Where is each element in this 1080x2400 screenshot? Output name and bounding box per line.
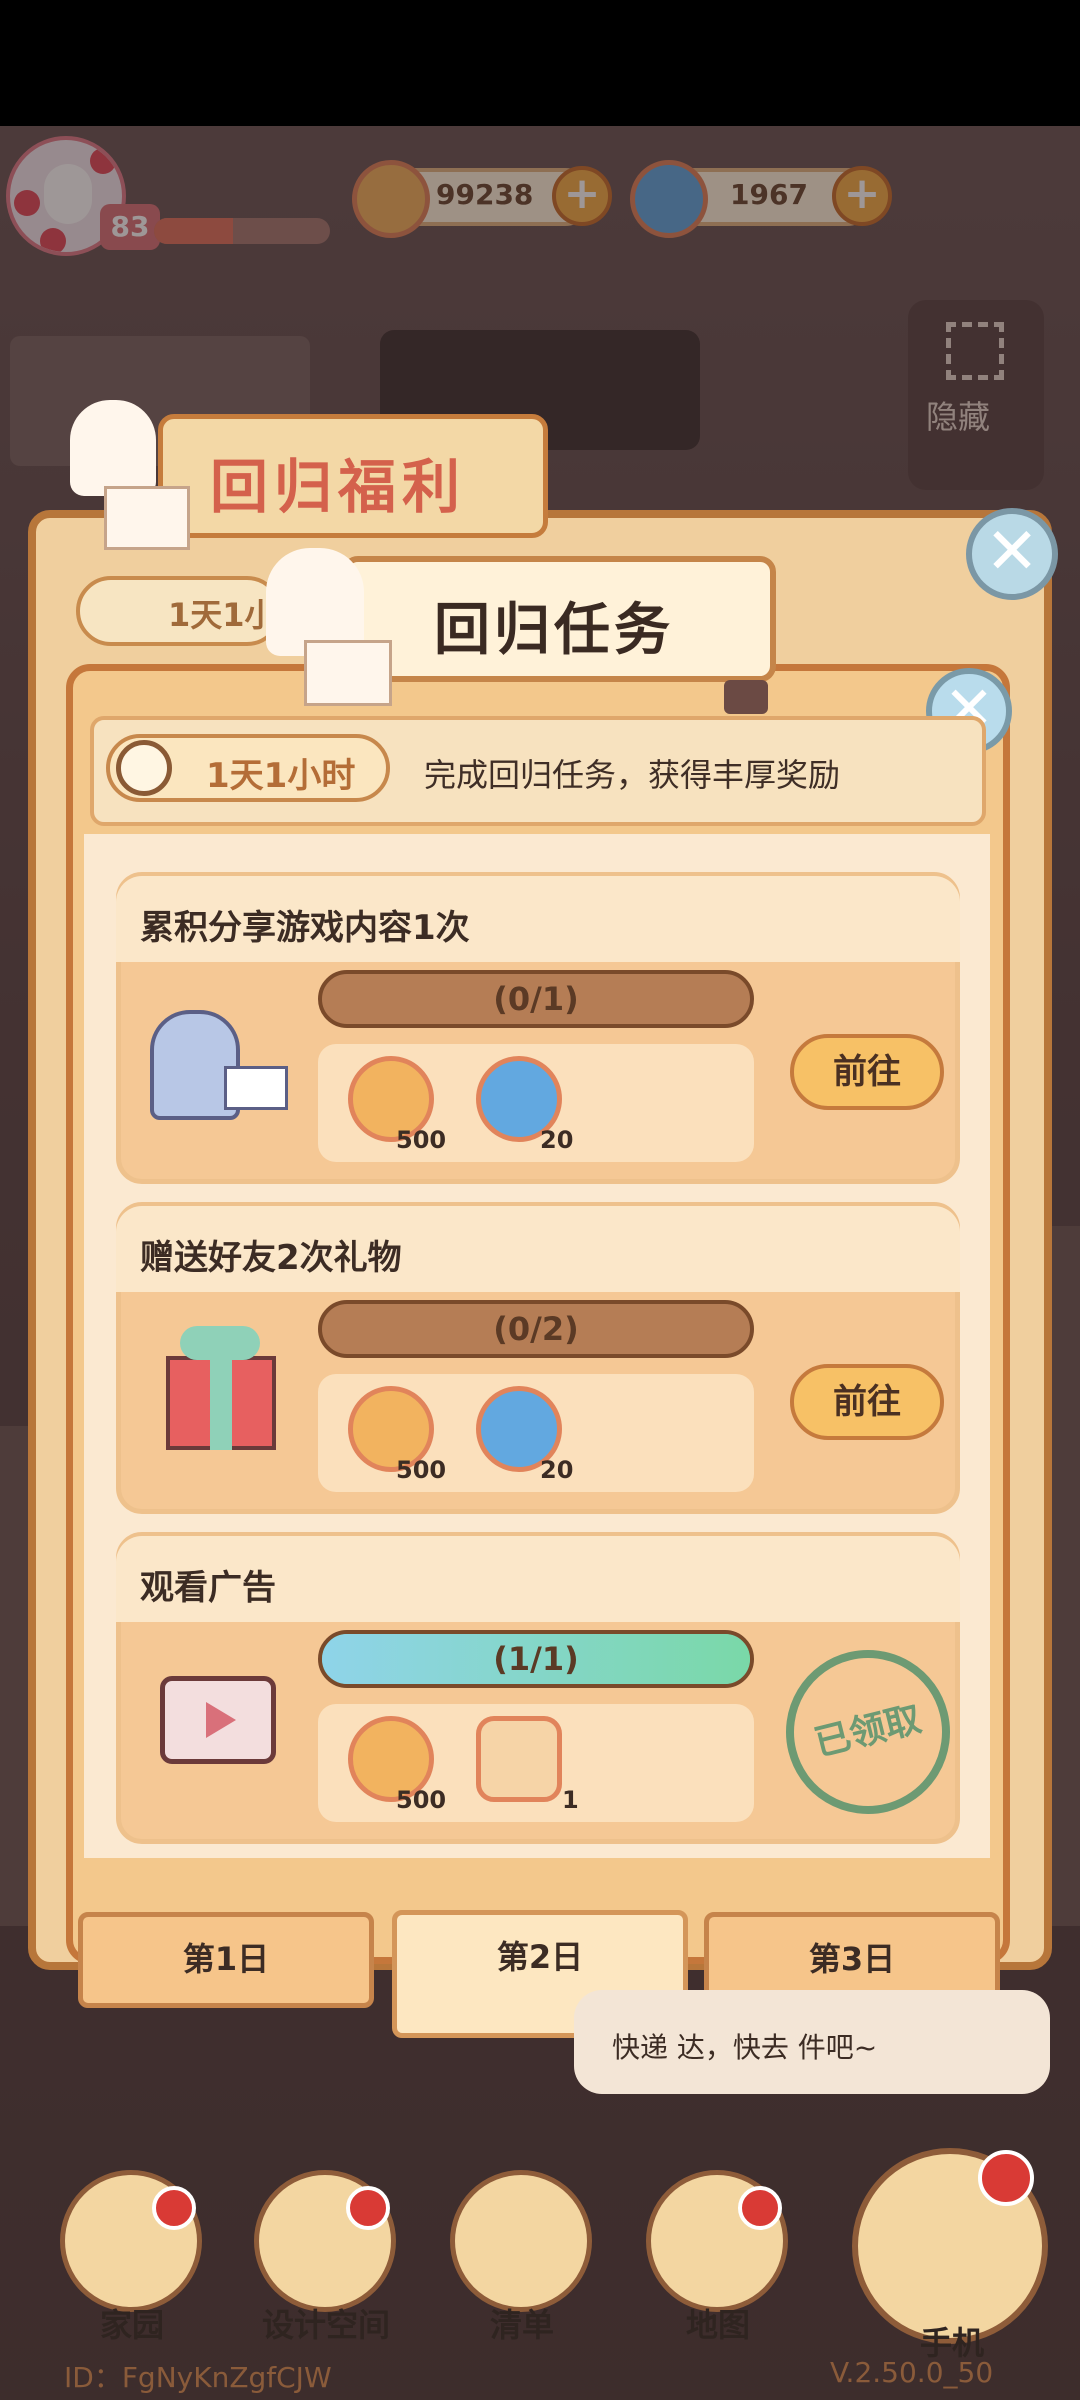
task-title: 观看广告	[140, 1568, 276, 1608]
notification-dot	[346, 2186, 390, 2230]
nav-map-label: 地图	[685, 2306, 750, 2344]
reward-amount: 500	[396, 1126, 447, 1154]
user-id: ID：FgNyKnZgfCJW	[64, 2361, 332, 2394]
tab-day-1[interactable]: 第1日	[78, 1912, 374, 2008]
gift-box-icon	[150, 1320, 290, 1460]
return-tasks-title: 回归任务	[434, 598, 674, 663]
nav-checklist-label: 清单	[489, 2306, 554, 2344]
reward-amount: 1	[562, 1786, 579, 1814]
envelope-icon	[304, 640, 392, 706]
notification-dot	[152, 2186, 196, 2230]
task-progress-text: (0/2)	[493, 1310, 579, 1348]
friends-mail-icon	[150, 990, 290, 1130]
version-label: V.2.50.0_50	[830, 2356, 994, 2389]
speech-bubble-text: 快递 达，快去 件吧~	[612, 2031, 878, 2064]
notification-dot	[978, 2150, 1034, 2206]
task-title: 赠送好友2次礼物	[140, 1238, 402, 1278]
task-progress-text: (0/1)	[493, 980, 579, 1018]
return-welfare-timer-text: 1天1小	[168, 596, 277, 634]
go-button[interactable]: 前往	[790, 1364, 944, 1440]
task-title: 累积分享游戏内容1次	[140, 908, 470, 948]
nav-checklist-button[interactable]	[450, 2170, 592, 2312]
clock-icon	[116, 740, 172, 796]
tasks-description: 完成回归任务，获得丰厚奖励	[424, 756, 841, 794]
nav-home-label: 家园	[99, 2306, 164, 2344]
reward-amount: 20	[540, 1126, 574, 1154]
go-button[interactable]: 前往	[790, 1034, 944, 1110]
reward-amount: 20	[540, 1456, 574, 1484]
paw-ticket-icon	[476, 1716, 562, 1802]
return-welfare-title: 回归福利	[210, 453, 467, 521]
ink-bottle-icon	[724, 680, 768, 714]
countdown-text: 1天1小时	[206, 756, 356, 796]
nav-design-space-label: 设计空间	[261, 2306, 390, 2344]
notification-dot	[738, 2186, 782, 2230]
reward-amount: 500	[396, 1456, 447, 1484]
reward-amount: 500	[396, 1786, 447, 1814]
task-progress-text: (1/1)	[493, 1640, 579, 1678]
envelope-icon	[104, 486, 190, 550]
tv-play-icon	[150, 1650, 290, 1790]
close-return-welfare-button[interactable]: ✕	[966, 508, 1058, 600]
cat-icon	[70, 400, 156, 496]
status-bar	[0, 0, 1080, 126]
